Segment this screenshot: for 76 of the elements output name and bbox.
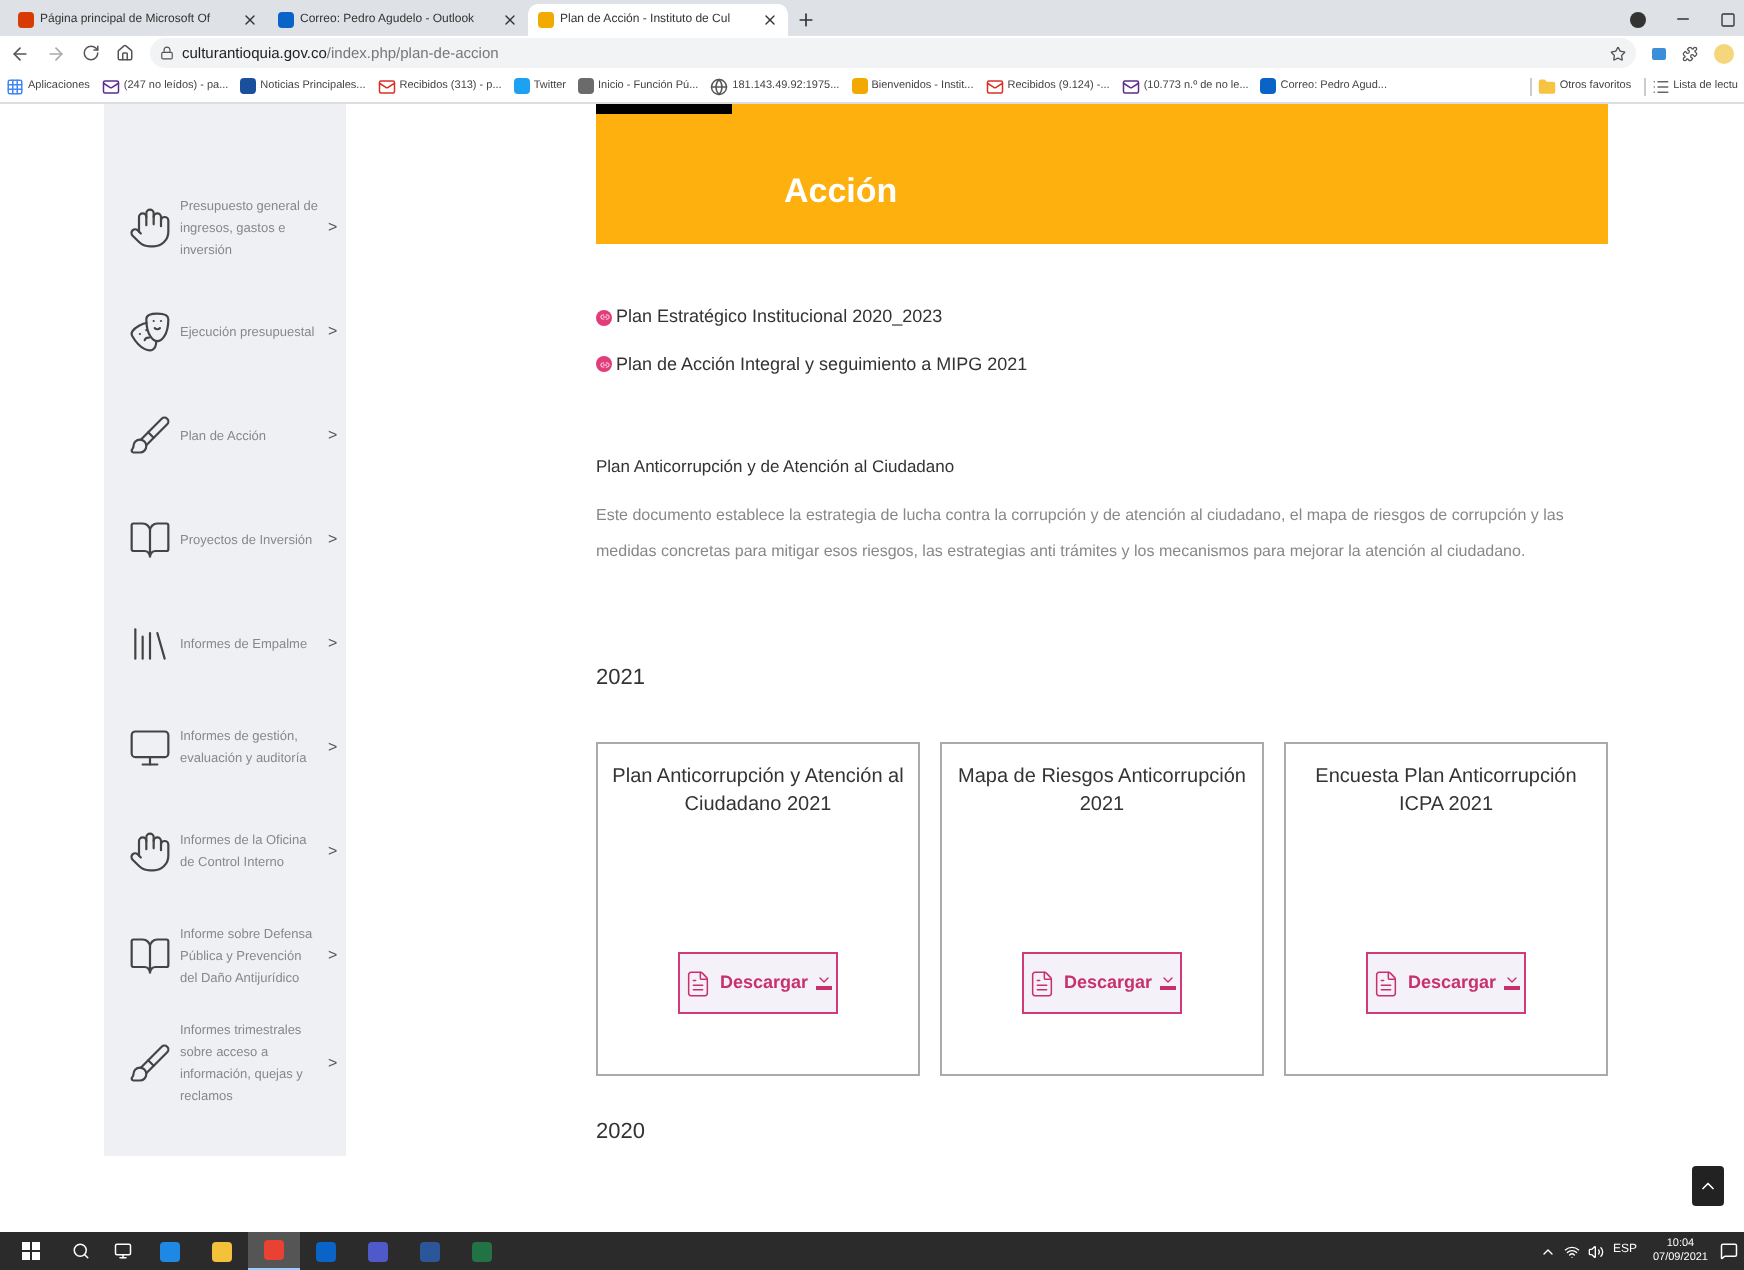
screen-icon <box>128 726 172 770</box>
favicon-icon <box>1260 78 1277 94</box>
card-title: Mapa de Riesgos Anticorrupción 2021 <box>956 764 1248 821</box>
taskbar-app[interactable] <box>248 1232 300 1270</box>
extension-icon[interactable] <box>1652 47 1666 59</box>
task-view-icon[interactable] <box>114 1242 132 1260</box>
arrow-text: > <box>328 840 338 864</box>
arrow-text: > <box>328 320 338 344</box>
card-title: Encuesta Plan Anticorrupción ICPA 2021 <box>1313 764 1579 821</box>
maximize-icon[interactable] <box>1720 11 1736 27</box>
volume-icon[interactable] <box>1588 1243 1605 1259</box>
mail-icon <box>985 77 1004 95</box>
document-icon <box>683 969 712 998</box>
document-icon <box>1371 969 1400 998</box>
card-title: Plan Anticorrupción y Atención al Ciudadano 2021 <box>610 764 906 821</box>
download-icon <box>1504 976 1521 991</box>
brushes-icon <box>128 414 172 458</box>
mail-icon <box>377 77 396 95</box>
download-icon <box>816 976 833 991</box>
favicon-icon <box>240 78 257 94</box>
document-icon <box>1027 969 1056 998</box>
close-icon[interactable] <box>762 12 778 28</box>
arrow-text: > <box>328 528 338 552</box>
brushes-icon <box>128 1042 172 1086</box>
books-icon <box>128 622 172 666</box>
book-icon <box>128 934 172 978</box>
arrow-text: > <box>328 1052 338 1076</box>
arrow-text: > <box>328 632 338 656</box>
back-icon[interactable] <box>10 43 30 63</box>
book-icon <box>128 518 172 562</box>
notification-icon[interactable] <box>1720 1242 1738 1260</box>
download-button[interactable]: Descargar <box>1022 952 1182 1015</box>
favicon-icon <box>578 78 595 94</box>
link-icon <box>596 309 612 326</box>
globe-icon <box>710 77 729 95</box>
banner-title: Acción <box>784 169 898 213</box>
section-heading: Plan Anticorrupción y de Atención al Ciudadano <box>596 454 957 480</box>
close-icon[interactable] <box>502 12 518 28</box>
favicon-icon <box>18 12 34 28</box>
mail-icon <box>101 77 120 95</box>
masks-icon <box>128 310 172 354</box>
arrow-text: > <box>328 424 338 448</box>
lock-icon <box>160 46 174 60</box>
hand-icon <box>128 830 172 874</box>
download-button[interactable]: Descargar <box>1366 952 1526 1015</box>
favicon-icon <box>278 12 294 28</box>
arrow-text: > <box>328 736 338 760</box>
favicon-icon <box>851 78 868 94</box>
arrow-text: > <box>328 944 338 968</box>
year-heading: 2021 <box>596 663 647 694</box>
download-icon <box>1160 976 1177 991</box>
favicon-icon <box>513 78 530 94</box>
profile-icon[interactable] <box>1630 11 1646 27</box>
link-icon <box>596 356 612 373</box>
list-icon <box>1651 77 1670 95</box>
year-heading: 2020 <box>596 1118 647 1149</box>
hand-icon <box>128 206 172 250</box>
download-button[interactable]: Descargar <box>678 952 838 1015</box>
network-icon[interactable] <box>1564 1243 1581 1259</box>
folder-icon <box>1537 77 1556 95</box>
apps-icon <box>6 77 24 95</box>
document-link[interactable]: Plan de Acción Integral y seguimiento a MIPG 2021 <box>616 351 1028 378</box>
close-icon[interactable] <box>242 12 258 28</box>
mail-icon <box>1121 77 1140 95</box>
document-link[interactable]: Plan Estratégico Institucional 2020_2023 <box>616 304 943 331</box>
section-text: Este documento establece la estrategia de lucha contra la corrupción y de atención al ciudadano, el mapa de riesgos de corrupción y las medidas concretas para mitigar esos riesgos, las estrategias anti trámites y los mecanismos para mejorar la atención al ciudadano. <box>596 503 1566 564</box>
home-icon[interactable] <box>116 44 134 62</box>
new-tab-icon[interactable] <box>796 10 816 30</box>
search-icon[interactable] <box>72 1242 90 1260</box>
scroll-top-button[interactable] <box>1692 1166 1724 1206</box>
star-icon[interactable] <box>1610 45 1626 61</box>
reload-icon[interactable] <box>82 44 100 62</box>
arrow-text: > <box>328 216 338 240</box>
extensions-icon[interactable] <box>1682 45 1698 61</box>
favicon-icon <box>538 12 554 28</box>
banner-stripe <box>596 104 732 114</box>
